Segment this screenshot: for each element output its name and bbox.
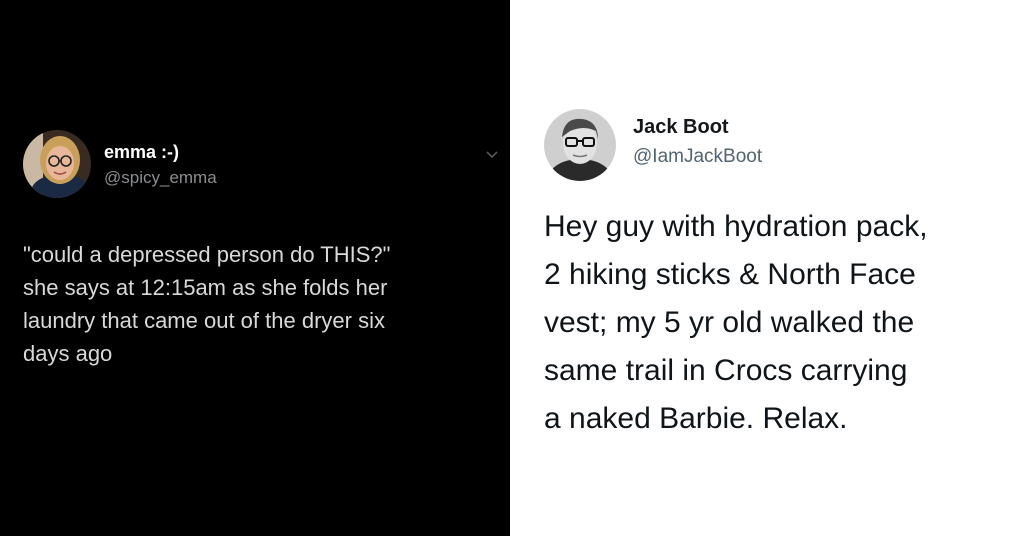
tweet-text-line: a naked Barbie. Relax.	[544, 402, 848, 435]
tweet-text-line: "could a depressed person do THIS?"	[23, 242, 391, 267]
chevron-down-icon[interactable]	[485, 148, 499, 162]
display-name[interactable]: emma :-)	[104, 142, 179, 163]
tweet-text-line: laundry that came out of the dryer six	[23, 308, 385, 333]
tweet-text-line: same trail in Crocs carrying	[544, 354, 908, 387]
tweet-text: "could a depressed person do THIS?" she …	[23, 238, 390, 370]
tweet-text-line: vest; my 5 yr old walked the	[544, 306, 915, 339]
tweet-text-line: Hey guy with hydration pack,	[544, 210, 928, 243]
avatar-photo-icon	[544, 109, 616, 181]
tweet-text-line: 2 hiking sticks & North Face	[544, 258, 916, 291]
avatar-photo-icon	[23, 130, 91, 198]
display-name[interactable]: Jack Boot	[633, 116, 729, 139]
emma-avatar[interactable]	[23, 130, 91, 198]
user-handle[interactable]: @spicy_emma	[104, 168, 217, 188]
tweet-text-line: she says at 12:15am as she folds her	[23, 275, 388, 300]
tweet-text: Hey guy with hydration pack, 2 hiking st…	[544, 203, 928, 443]
user-handle[interactable]: @IamJackBoot	[633, 146, 762, 168]
right-tweet-card: Jack Boot @IamJackBoot Hey guy with hydr…	[510, 0, 1024, 536]
tweet-text-line: days ago	[23, 341, 113, 366]
left-tweet-card: emma :-) @spicy_emma "could a depressed …	[0, 0, 510, 536]
jack-avatar[interactable]	[544, 109, 616, 181]
